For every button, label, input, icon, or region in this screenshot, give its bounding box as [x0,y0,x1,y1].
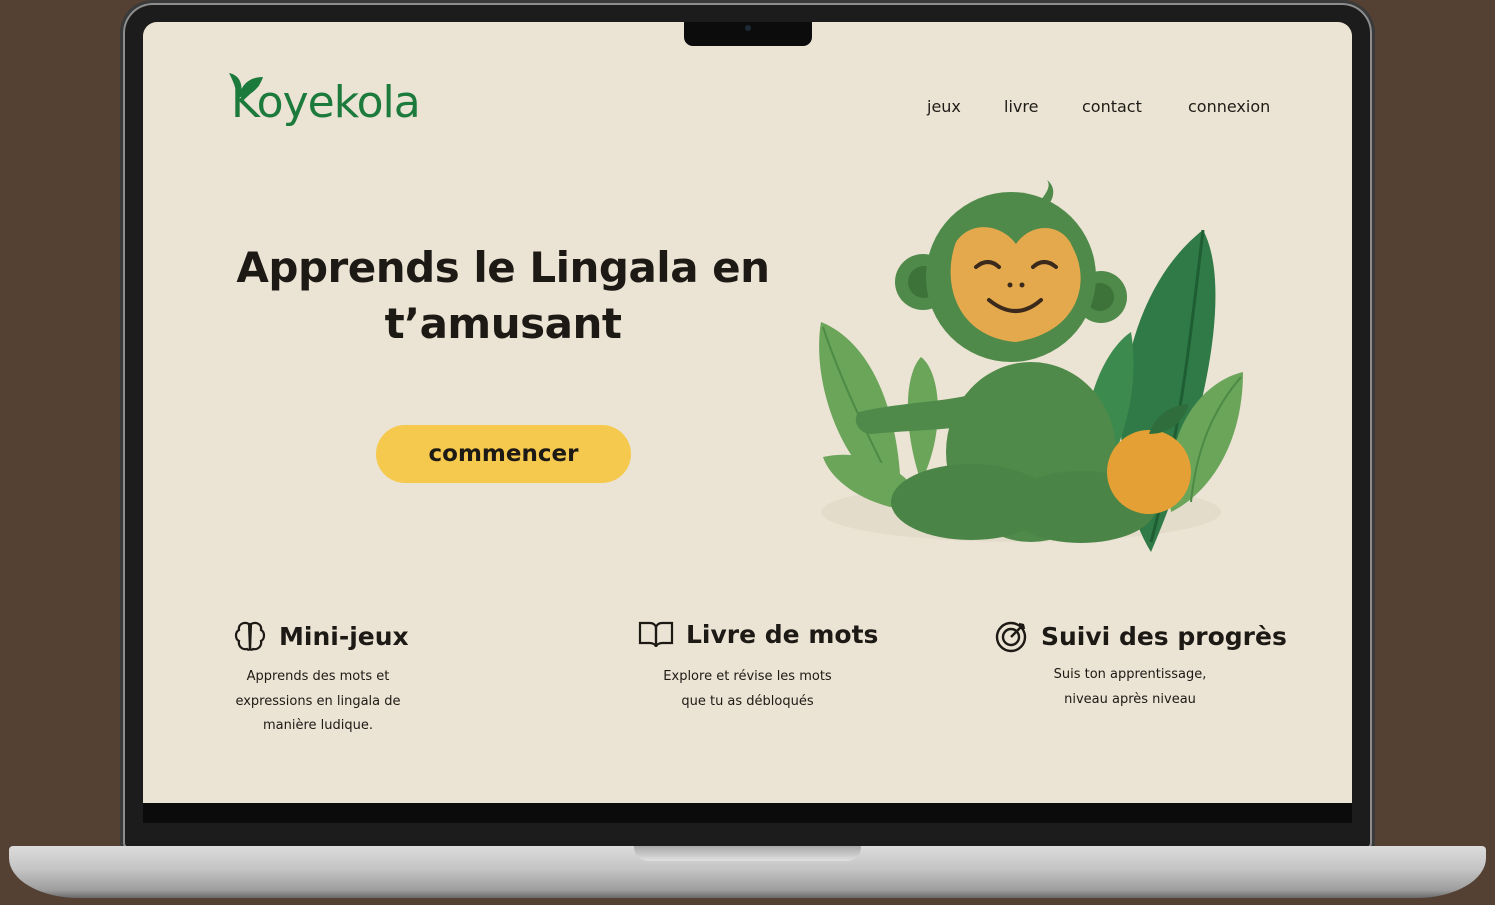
nav-login[interactable]: connexion [1188,97,1270,116]
desc-line: Explore et révise les mots [663,669,832,684]
laptop-bezel-bottom [143,803,1352,823]
start-button[interactable]: commencer [376,425,631,483]
feature-title: Livre de mots [686,619,879,649]
nav-contact[interactable]: contact [1082,97,1142,116]
desc-line: manière ludique. [262,718,373,733]
screen: Koyekola jeux livre contact connexion Ap… [143,22,1352,803]
open-book-icon [638,621,674,648]
desc-line: expressions en lingala de [235,693,401,709]
laptop-opening-lip [634,846,861,861]
desc-line: Apprends des mots et [246,669,390,684]
feature-title: Mini-jeux [279,621,409,651]
hero-title: Apprends le Lingala en t’amusant [223,240,783,352]
feature-title: Suivi des progrès [1041,621,1287,651]
feature-description: Explore et révise les mots que tu as déb… [645,665,850,714]
hero-title-line2: t’amusant [384,299,622,348]
brain-icon [234,621,266,651]
hero-title-line1: Apprends le Lingala en [236,243,770,292]
monkey-illustration [819,180,1243,552]
nav-book[interactable]: livre [1004,97,1038,116]
nav-games[interactable]: jeux [927,97,961,116]
target-icon [995,621,1027,653]
feature-mini-games: Mini-jeux [233,619,409,653]
feature-description: Apprends des mots et expressions en ling… [213,665,423,739]
feature-progress: Suivi des progrès [995,619,1287,653]
feature-description: Suis ton apprentissage, niveau après niv… [1025,663,1235,712]
brand-name: Koyekola [231,77,421,128]
camera-icon [745,25,751,31]
desc-line: Suis ton apprentissage, [1053,667,1207,682]
desc-line: que tu as débloqués [681,693,814,709]
feature-word-book: Livre de mots [638,619,878,649]
camera-notch [684,22,812,46]
logo[interactable]: Koyekola [225,67,431,139]
desc-line: niveau après niveau [1064,691,1196,707]
